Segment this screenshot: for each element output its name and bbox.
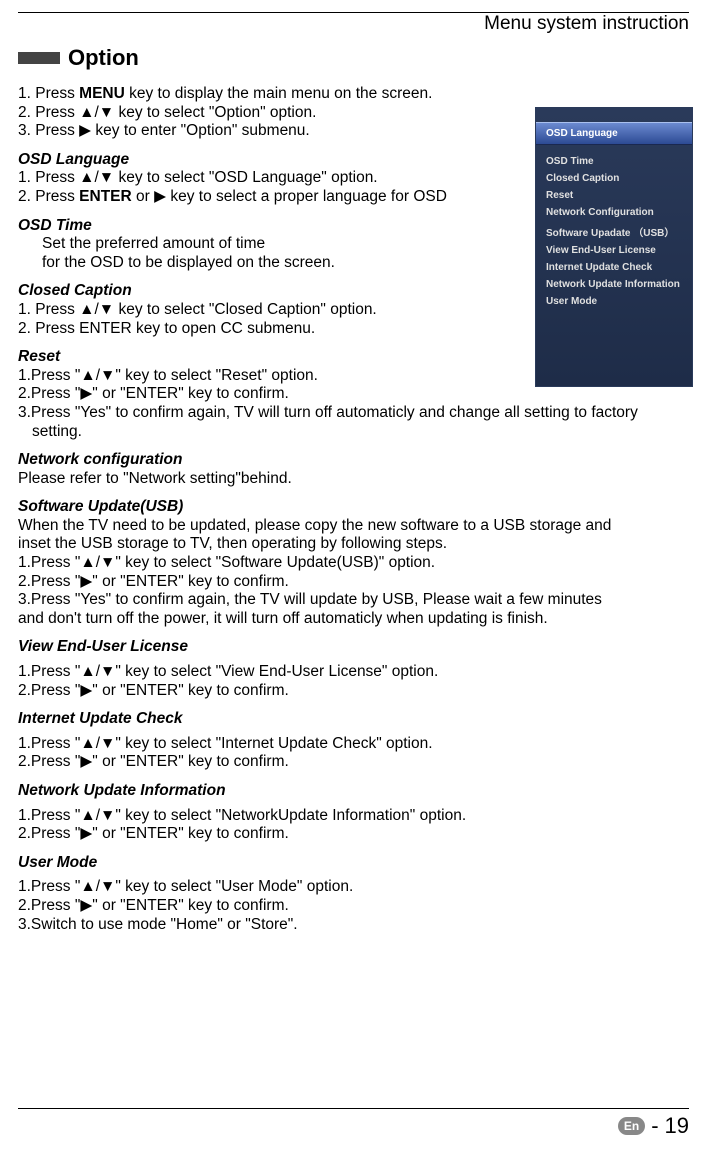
- osd-language-l1: 1. Press ▲/▼ key to select "OSD Language…: [18, 169, 578, 188]
- software-update-l5: 3.Press "Yes" to confirm again, the TV w…: [18, 591, 689, 610]
- internet-update-section: Internet Update Check 1.Press "▲/▼" key …: [18, 710, 689, 772]
- closed-caption-heading: Closed Caption: [18, 282, 578, 301]
- osd-menu-item-selected: OSD Language: [536, 122, 692, 145]
- software-update-heading: Software Update(USB): [18, 498, 689, 517]
- intro-l2: 2. Press ▲/▼ key to select "Option" opti…: [18, 104, 578, 123]
- reset-l4: setting.: [18, 423, 689, 442]
- view-license-section: View End-User License 1.Press "▲/▼" key …: [18, 638, 689, 700]
- network-config-section: Network configuration Please refer to "N…: [18, 451, 689, 488]
- dash-icon: -: [651, 1113, 658, 1139]
- internet-update-l1: 1.Press "▲/▼" key to select "Internet Up…: [18, 735, 689, 754]
- network-config-l1: Please refer to "Network setting"behind.: [18, 470, 689, 489]
- osd-menu-item: User Mode: [536, 293, 692, 310]
- internet-update-l2: 2.Press "▶" or "ENTER" key to confirm.: [18, 753, 689, 772]
- osd-language-l2a: 2. Press: [18, 188, 79, 205]
- header-title: Menu system instruction: [0, 13, 707, 35]
- closed-caption-section: Closed Caption 1. Press ▲/▼ key to selec…: [18, 282, 578, 338]
- user-mode-l1: 1.Press "▲/▼" key to select "User Mode" …: [18, 878, 689, 897]
- intro-l1b: MENU: [79, 85, 125, 102]
- osd-menu-item: OSD Time: [536, 153, 692, 170]
- user-mode-l3: 3.Switch to use mode "Home" or "Store".: [18, 916, 689, 935]
- internet-update-heading: Internet Update Check: [18, 710, 689, 729]
- osd-menu-item: Internet Update Check: [536, 259, 692, 276]
- software-update-l6: and don't turn off the power, it will tu…: [18, 610, 689, 629]
- osd-menu-panel: OSD Language OSD Time Closed Caption Res…: [535, 107, 693, 387]
- view-license-heading: View End-User License: [18, 638, 689, 657]
- network-update-l1: 1.Press "▲/▼" key to select "NetworkUpda…: [18, 807, 689, 826]
- osd-menu-item: Reset: [536, 187, 692, 204]
- user-mode-section: User Mode 1.Press "▲/▼" key to select "U…: [18, 854, 689, 934]
- intro-l3: 3. Press ▶ key to enter "Option" submenu…: [18, 122, 578, 141]
- software-update-l1: When the TV need to be updated, please c…: [18, 517, 689, 536]
- osd-menu-item: Network Configuration: [536, 204, 692, 221]
- software-update-l2: inset the USB storage to TV, then operat…: [18, 535, 689, 554]
- osd-menu-item: Software Upadate （USB）: [536, 221, 692, 242]
- osd-menu-item: View End-User License: [536, 242, 692, 259]
- software-update-l4: 2.Press "▶" or "ENTER" key to confirm.: [18, 573, 689, 592]
- osd-time-l2: for the OSD to be displayed on the scree…: [18, 254, 578, 273]
- osd-time-heading: OSD Time: [18, 217, 578, 236]
- osd-time-l1: Set the preferred amount of time: [18, 235, 578, 254]
- section-heading: Option: [18, 45, 707, 71]
- network-config-heading: Network configuration: [18, 451, 689, 470]
- network-update-heading: Network Update Information: [18, 782, 689, 801]
- reset-l2: 2.Press "▶" or "ENTER" key to confirm.: [18, 385, 689, 404]
- software-update-l3: 1.Press "▲/▼" key to select "Software Up…: [18, 554, 689, 573]
- software-update-section: Software Update(USB) When the TV need to…: [18, 498, 689, 628]
- user-mode-l2: 2.Press "▶" or "ENTER" key to confirm.: [18, 897, 689, 916]
- footer-rule: [18, 1108, 689, 1109]
- osd-menu-item: Closed Caption: [536, 170, 692, 187]
- user-mode-heading: User Mode: [18, 854, 689, 873]
- view-license-l2: 2.Press "▶" or "ENTER" key to confirm.: [18, 682, 689, 701]
- osd-language-section: OSD Language 1. Press ▲/▼ key to select …: [18, 151, 578, 207]
- view-license-l1: 1.Press "▲/▼" key to select "View End-Us…: [18, 663, 689, 682]
- osd-language-l2b: ENTER: [79, 188, 132, 205]
- osd-language-l2c: or ▶ key to select a proper language for…: [132, 188, 447, 205]
- osd-language-heading: OSD Language: [18, 151, 578, 170]
- intro-l1c: key to display the main menu on the scre…: [125, 85, 433, 102]
- intro-steps: 1. Press MENU key to display the main me…: [18, 85, 578, 141]
- network-update-section: Network Update Information 1.Press "▲/▼"…: [18, 782, 689, 844]
- osd-time-section: OSD Time Set the preferred amount of tim…: [18, 217, 578, 273]
- reset-l3: 3.Press "Yes" to confirm again, TV will …: [18, 404, 689, 423]
- closed-caption-l1: 1. Press ▲/▼ key to select "Closed Capti…: [18, 301, 578, 320]
- footer: En - 19: [618, 1113, 689, 1139]
- page-number: 19: [665, 1113, 689, 1139]
- closed-caption-l2: 2. Press ENTER key to open CC submenu.: [18, 320, 578, 339]
- section-bar-icon: [18, 52, 60, 64]
- intro-l1a: 1. Press: [18, 85, 79, 102]
- section-title-text: Option: [68, 45, 139, 71]
- osd-menu-item: Network Update Information: [536, 276, 692, 293]
- network-update-l2: 2.Press "▶" or "ENTER" key to confirm.: [18, 825, 689, 844]
- language-badge: En: [618, 1117, 645, 1135]
